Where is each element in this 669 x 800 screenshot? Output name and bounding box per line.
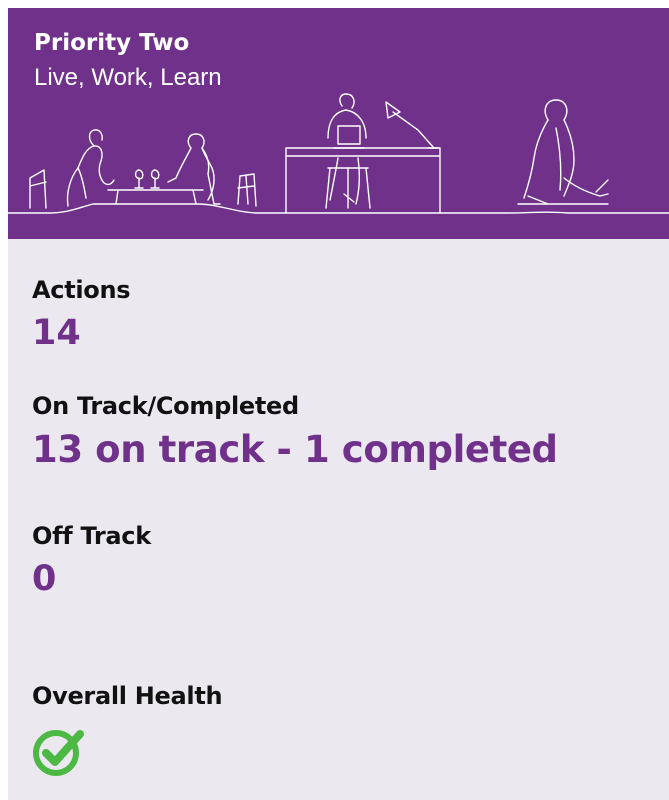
overall-health-label: Overall Health bbox=[32, 682, 223, 710]
priority-title: Priority Two bbox=[34, 30, 190, 56]
priority-card: Priority Two Live, Work, Learn Actions 1… bbox=[8, 8, 669, 800]
actions-value: 14 bbox=[32, 313, 81, 353]
actions-label: Actions bbox=[32, 276, 131, 304]
on-track-label: On Track/Completed bbox=[32, 392, 299, 420]
off-track-label: Off Track bbox=[32, 522, 151, 550]
priority-subtitle: Live, Work, Learn bbox=[34, 64, 222, 91]
off-track-value: 0 bbox=[32, 559, 57, 599]
priority-banner: Priority Two Live, Work, Learn bbox=[8, 8, 669, 239]
green-checkmark-circle-icon bbox=[33, 730, 84, 776]
on-track-value: 13 on track - 1 completed bbox=[32, 428, 558, 471]
